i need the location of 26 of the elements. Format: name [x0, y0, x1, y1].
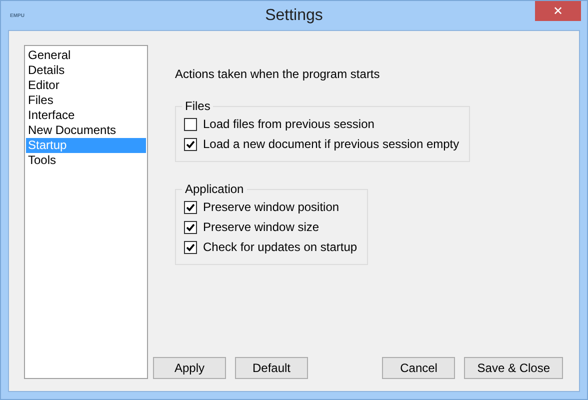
checkbox[interactable] [184, 200, 197, 214]
category-item[interactable]: Interface [26, 108, 146, 123]
category-item[interactable]: New Documents [26, 123, 146, 138]
checkbox-label: Load a new document if previous session empty [203, 137, 460, 151]
category-item[interactable]: Editor [26, 78, 146, 93]
category-item[interactable]: General [26, 48, 146, 63]
checkbox[interactable] [184, 240, 197, 254]
checkbox[interactable] [184, 220, 197, 234]
dialog-button[interactable]: Cancel [382, 357, 456, 379]
category-item[interactable]: Details [26, 63, 146, 78]
group-title: Application [184, 182, 245, 196]
dialog-button[interactable]: Save & Close [464, 357, 563, 379]
category-item[interactable]: Tools [26, 153, 146, 168]
window-title: Settings [265, 6, 323, 24]
checkbox-label: Check for updates on startup [203, 240, 358, 254]
checkbox[interactable] [184, 118, 197, 130]
checkbox-label: Preserve window position [203, 200, 340, 214]
dialog-button[interactable]: Default [235, 357, 308, 379]
checkbox-label: Load files from previous session [203, 117, 374, 131]
group-title: Files [184, 99, 212, 113]
section-heading: Actions taken when the program starts [175, 67, 380, 81]
checkbox-label: Preserve window size [203, 220, 320, 234]
checkbox[interactable] [184, 138, 197, 150]
close-button[interactable]: ✕ [535, 1, 581, 21]
category-item[interactable]: Files [26, 93, 146, 108]
dialog-button[interactable]: Apply [153, 357, 226, 379]
